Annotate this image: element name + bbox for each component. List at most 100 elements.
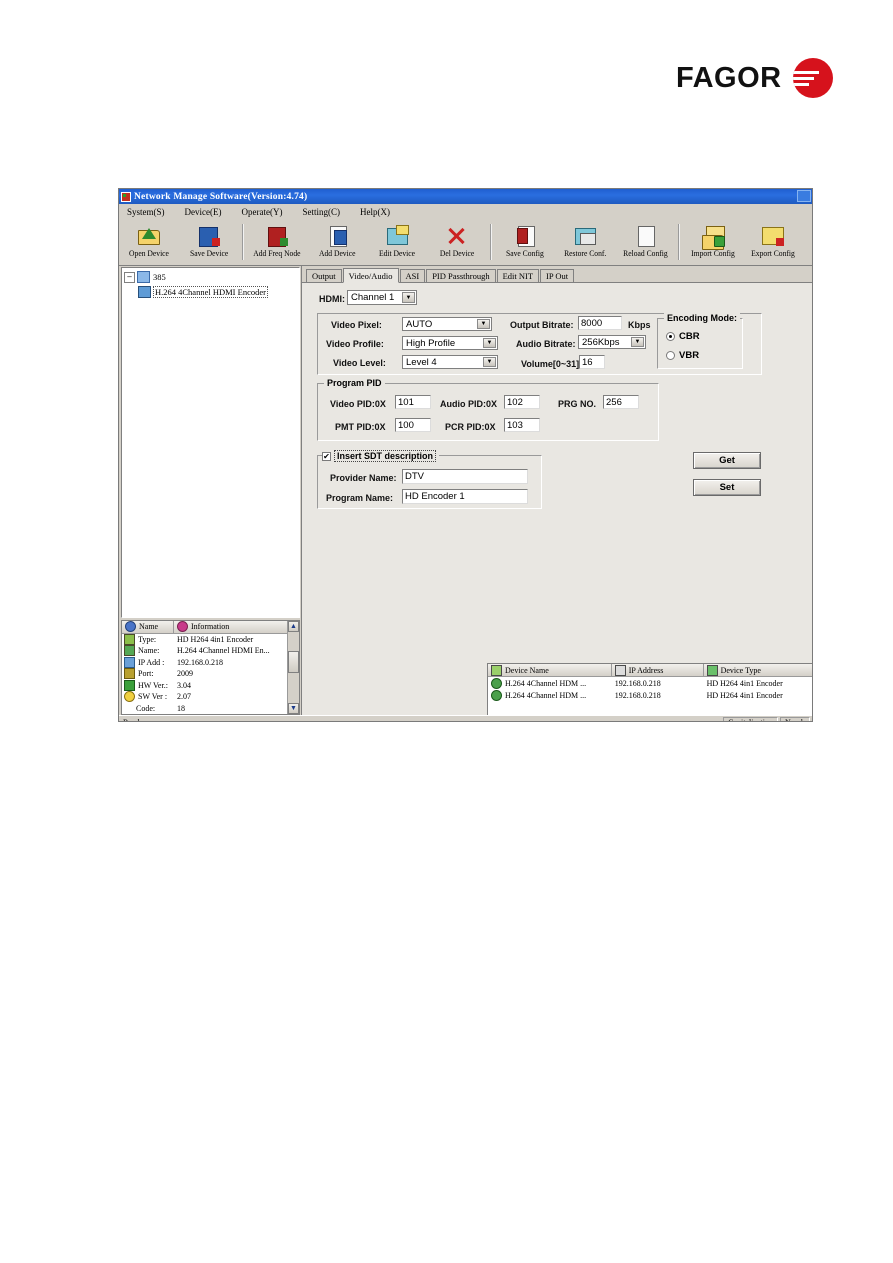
chevron-down-icon[interactable]: ▼ bbox=[402, 292, 415, 303]
provider-name-label: Provider Name: bbox=[330, 473, 397, 483]
program-pid-title: Program PID bbox=[324, 378, 385, 388]
page-root: FAGOR manualshive.com Network Manage Sof… bbox=[0, 0, 893, 1263]
hdmi-channel-select[interactable]: Channel 1 ▼ bbox=[347, 290, 417, 305]
tree-node-root[interactable]: – 385 bbox=[124, 271, 297, 283]
video-level-select[interactable]: Level 4 ▼ bbox=[402, 355, 498, 369]
video-profile-label: Video Profile: bbox=[326, 339, 384, 349]
info-row: Port: 2009 bbox=[122, 668, 299, 680]
video-pid-label: Video PID:0X bbox=[330, 399, 386, 409]
video-level-value: Level 4 bbox=[406, 356, 437, 368]
chevron-down-icon[interactable]: ▼ bbox=[483, 338, 496, 348]
tree-expander-icon[interactable]: – bbox=[124, 271, 135, 283]
video-level-label: Video Level: bbox=[333, 358, 386, 368]
toolbar-button-export-config[interactable]: Export Config bbox=[743, 222, 803, 258]
chevron-down-icon[interactable]: ▼ bbox=[631, 337, 644, 347]
information-column-icon bbox=[177, 621, 188, 633]
radio-cbr[interactable]: CBR bbox=[666, 331, 700, 342]
menu-item-operate[interactable]: Operate(Y) bbox=[242, 207, 283, 217]
provider-name-value: DTV bbox=[405, 471, 424, 482]
toolbar-button-open-device[interactable]: Open Device bbox=[119, 222, 179, 258]
fagor-logo: FAGOR bbox=[676, 58, 833, 98]
program-name-value: HD Encoder 1 bbox=[405, 491, 465, 502]
chevron-down-icon[interactable]: ▼ bbox=[483, 357, 496, 367]
insert-sdt-checkbox[interactable]: ✔ Insert SDT description bbox=[322, 450, 440, 462]
video-pid-value: 101 bbox=[398, 396, 414, 408]
right-pane: Output Video/Audio ASI PID Passthrough E… bbox=[301, 266, 812, 715]
audio-pid-input[interactable]: 102 bbox=[504, 395, 540, 409]
scroll-down-button[interactable]: ▼ bbox=[288, 703, 299, 714]
tab-video-audio[interactable]: Video/Audio bbox=[342, 268, 399, 283]
toolbar-button-add-freq-node[interactable]: Add Freq Node bbox=[247, 222, 307, 258]
program-name-label: Program Name: bbox=[326, 493, 394, 503]
insert-sdt-label: Insert SDT description bbox=[334, 450, 437, 462]
toolbar-button-add-device[interactable]: Add Device bbox=[307, 222, 367, 258]
table-row[interactable]: H.264 4Channel HDM ... 192.168.0.218 HD … bbox=[488, 677, 812, 689]
radio-vbr[interactable]: VBR bbox=[666, 350, 699, 361]
get-button[interactable]: Get bbox=[693, 452, 761, 469]
grid-header-ip-address[interactable]: IP Address bbox=[611, 664, 704, 677]
tab-asi[interactable]: ASI bbox=[399, 269, 426, 282]
info-panel-scrollbar[interactable]: ▲ ▼ bbox=[287, 621, 299, 714]
prg-no-label: PRG NO. bbox=[558, 399, 597, 409]
client-area: – 385 H.264 4Channel HDMI Encoder Name I… bbox=[119, 266, 812, 715]
set-button[interactable]: Set bbox=[693, 479, 761, 496]
grid-header-device-type[interactable]: Device Type bbox=[703, 664, 812, 677]
audio-pid-value: 102 bbox=[507, 396, 523, 408]
info-row: SW Ver : 2.07 bbox=[122, 691, 299, 703]
window-controls[interactable] bbox=[797, 190, 811, 202]
audio-bitrate-label: Audio Bitrate: bbox=[516, 339, 576, 349]
prg-no-input[interactable]: 256 bbox=[603, 395, 639, 409]
network-icon bbox=[137, 271, 150, 283]
grid-header-device-name[interactable]: Device Name bbox=[488, 664, 612, 677]
menu-item-help[interactable]: Help(X) bbox=[360, 207, 390, 217]
menu-item-setting[interactable]: Setting(C) bbox=[302, 207, 340, 217]
pmt-pid-input[interactable]: 100 bbox=[395, 418, 431, 432]
tree-node-device[interactable]: H.264 4Channel HDMI Encoder bbox=[138, 286, 297, 298]
volume-input[interactable]: 16 bbox=[579, 355, 605, 369]
radio-cbr-indicator[interactable] bbox=[666, 332, 675, 341]
device-alarm-grid[interactable]: Device Name IP Address Device Type H.264… bbox=[487, 663, 812, 715]
menu-item-system[interactable]: System(S) bbox=[127, 207, 165, 217]
toolbar-button-restore-config[interactable]: Restore Conf. bbox=[555, 222, 615, 258]
pcr-pid-input[interactable]: 103 bbox=[504, 418, 540, 432]
toolbar-button-save-device[interactable]: Save Device bbox=[179, 222, 239, 258]
radio-vbr-indicator[interactable] bbox=[666, 351, 675, 360]
toolbar-button-import-config[interactable]: Import Config bbox=[683, 222, 743, 258]
pcr-pid-label: PCR PID:0X bbox=[445, 422, 496, 432]
video-profile-value: High Profile bbox=[406, 337, 456, 349]
save-config-icon bbox=[512, 224, 538, 248]
edit-device-icon bbox=[384, 224, 410, 248]
minimize-button[interactable] bbox=[797, 190, 811, 202]
toolbar-button-edit-device[interactable]: Edit Device bbox=[367, 222, 427, 258]
video-pixel-select[interactable]: AUTO ▼ bbox=[402, 317, 492, 331]
provider-name-input[interactable]: DTV bbox=[402, 469, 528, 484]
tab-output[interactable]: Output bbox=[306, 269, 342, 282]
tab-edit-nit[interactable]: Edit NIT bbox=[496, 269, 540, 282]
toolbar-separator-2 bbox=[490, 224, 492, 260]
menu-item-device[interactable]: Device(E) bbox=[185, 207, 222, 217]
encoding-mode-group: Encoding Mode: CBR VBR bbox=[657, 313, 743, 369]
hw-version-icon bbox=[124, 679, 135, 691]
tab-strip[interactable]: Output Video/Audio ASI PID Passthrough E… bbox=[302, 266, 812, 283]
status-capitalization: Capitalization bbox=[723, 717, 778, 721]
toolbar-separator bbox=[242, 224, 244, 260]
pcr-pid-value: 103 bbox=[507, 419, 523, 431]
toolbar-button-reload-config[interactable]: Reload Config bbox=[615, 222, 675, 258]
tab-pid-passthrough[interactable]: PID Passthrough bbox=[426, 269, 496, 282]
scroll-thumb[interactable] bbox=[288, 651, 299, 673]
device-tree[interactable]: – 385 H.264 4Channel HDMI Encoder bbox=[121, 267, 300, 618]
export-config-icon bbox=[760, 224, 786, 248]
video-profile-select[interactable]: High Profile ▼ bbox=[402, 336, 498, 350]
program-name-input[interactable]: HD Encoder 1 bbox=[402, 489, 528, 504]
audio-bitrate-select[interactable]: 256Kbps ▼ bbox=[578, 335, 646, 349]
output-bitrate-input[interactable]: 8000 bbox=[578, 316, 622, 330]
video-pid-input[interactable]: 101 bbox=[395, 395, 431, 409]
tab-ip-out[interactable]: IP Out bbox=[540, 269, 575, 282]
chevron-down-icon[interactable]: ▼ bbox=[477, 319, 490, 329]
toolbar-button-save-config[interactable]: Save Config bbox=[495, 222, 555, 258]
menu-bar[interactable]: System(S) Device(E) Operate(Y) Setting(C… bbox=[119, 204, 812, 220]
table-row[interactable]: H.264 4Channel HDM ... 192.168.0.218 HD … bbox=[488, 689, 812, 701]
toolbar-button-del-device[interactable]: Del Device bbox=[427, 222, 487, 258]
checkbox-indicator[interactable]: ✔ bbox=[322, 451, 331, 461]
scroll-up-button[interactable]: ▲ bbox=[288, 621, 299, 632]
